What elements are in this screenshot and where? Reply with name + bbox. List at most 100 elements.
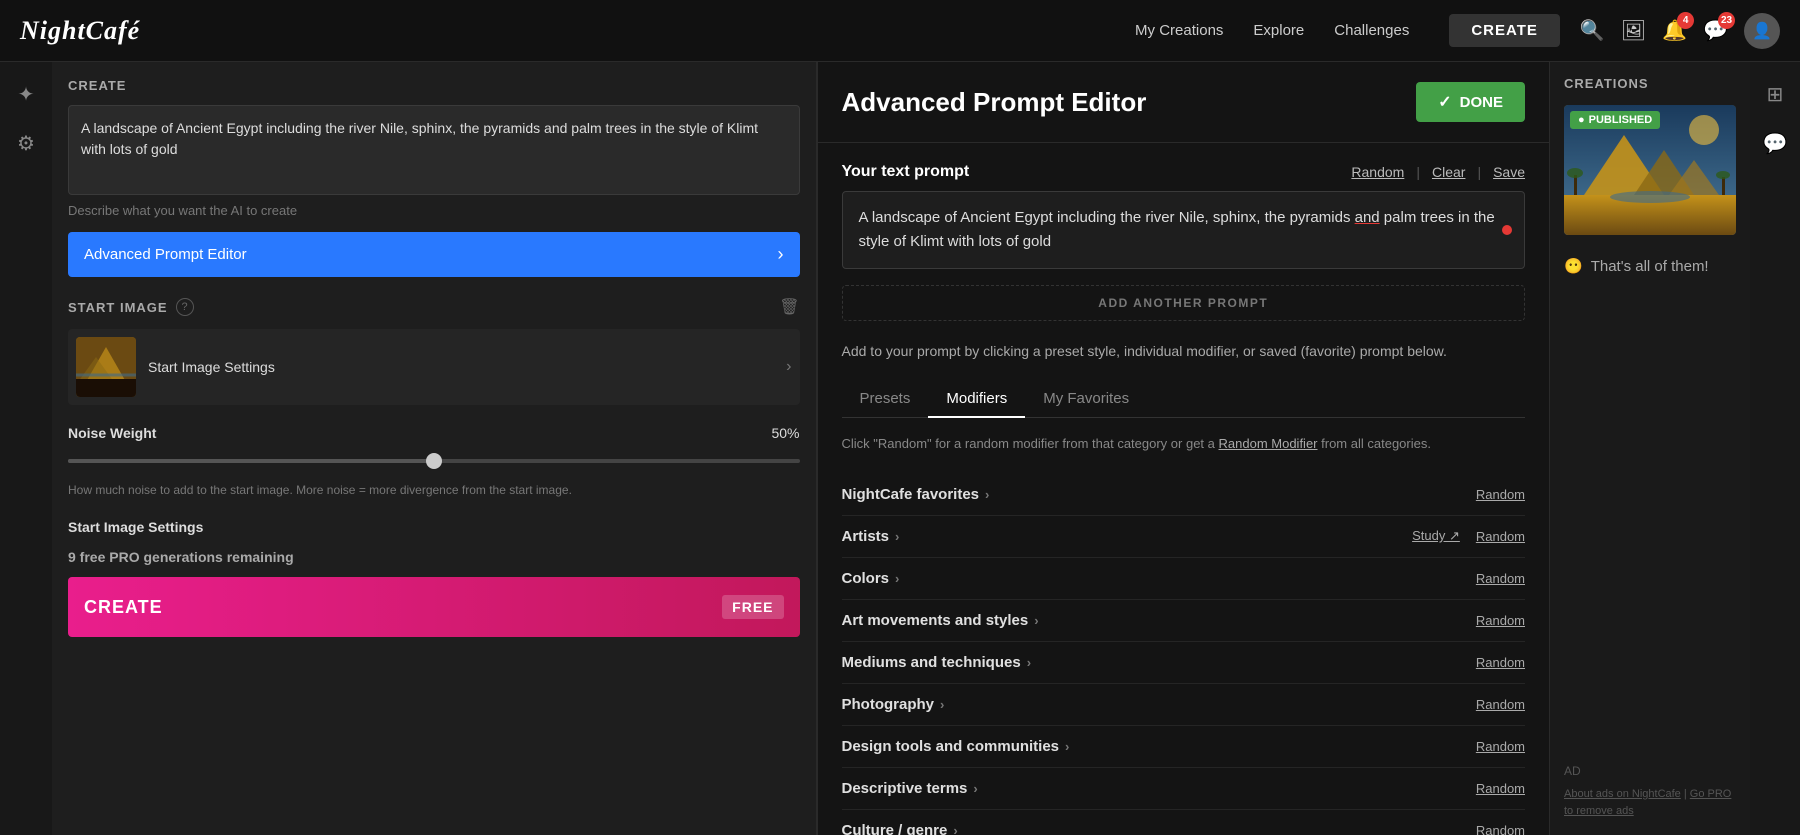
ad-section: AD About ads on NightCafe | Go PRO to re…: [1564, 764, 1736, 821]
red-dot-indicator: [1502, 225, 1512, 235]
creations-label: CREATIONS: [1564, 76, 1736, 91]
create-free-button[interactable]: CREATE FREE: [68, 577, 800, 637]
modifier-colors[interactable]: Colors › Random: [842, 558, 1526, 600]
modifier-chevron-icon: ›: [1027, 655, 1031, 670]
messages-badge: 23: [1718, 12, 1735, 29]
editor-header: Advanced Prompt Editor ✓ DONE: [818, 62, 1550, 143]
add-to-prompt-description: Add to your prompt by clicking a preset …: [842, 341, 1526, 362]
modifier-descriptive-terms[interactable]: Descriptive terms › Random: [842, 768, 1526, 810]
creation-card[interactable]: ● PUBLISHED: [1564, 105, 1736, 235]
notifications-icon[interactable]: 🔔 4: [1662, 18, 1687, 43]
published-badge: ● PUBLISHED: [1570, 111, 1660, 129]
noise-weight-slider[interactable]: [68, 451, 800, 471]
advanced-prompt-chevron-icon: ›: [778, 244, 784, 265]
modifier-chevron-icon: ›: [1065, 739, 1069, 754]
tabs-row: Presets Modifiers My Favorites: [842, 380, 1526, 418]
left-panel: CREATE A landscape of Ancient Egypt incl…: [52, 62, 817, 835]
tab-my-favorites[interactable]: My Favorites: [1025, 380, 1147, 417]
modifier-chevron-icon: ›: [895, 529, 899, 544]
gallery-icon[interactable]: ⊞: [1767, 82, 1784, 107]
start-image-settings-row[interactable]: Start Image Settings ›: [68, 329, 800, 405]
nav-my-creations[interactable]: My Creations: [1135, 22, 1223, 39]
click-random-hint: Click "Random" for a random modifier fro…: [842, 434, 1526, 454]
modifier-photography[interactable]: Photography › Random: [842, 684, 1526, 726]
right-icon-bar: ⊞ 💬: [1750, 62, 1800, 835]
ad-label: AD: [1564, 764, 1736, 778]
start-image-help-icon[interactable]: ?: [176, 298, 194, 316]
start-image-settings-title: Start Image Settings: [68, 519, 800, 535]
random-modifier-link[interactable]: Random Modifier: [1219, 436, 1318, 451]
nav-create-button[interactable]: CREATE: [1449, 14, 1560, 47]
ad-links: About ads on NightCafe | Go PRO to remov…: [1564, 786, 1736, 821]
random-mediums-link[interactable]: Random: [1476, 655, 1525, 670]
random-art-movements-link[interactable]: Random: [1476, 613, 1525, 628]
start-image-chevron-icon: ›: [786, 358, 791, 376]
modifier-artists[interactable]: Artists › Study ↗ Random: [842, 516, 1526, 558]
image-icon[interactable]: 🖼: [1621, 18, 1646, 43]
start-image-header: START IMAGE ? 🗑: [68, 297, 800, 317]
clear-link[interactable]: Clear: [1432, 164, 1465, 180]
random-artists-link[interactable]: Random: [1476, 529, 1525, 544]
notifications-badge: 4: [1677, 12, 1694, 29]
random-link[interactable]: Random: [1351, 164, 1404, 180]
random-photography-link[interactable]: Random: [1476, 697, 1525, 712]
modifier-chevron-icon: ›: [1034, 613, 1038, 628]
editor-body: Your text prompt Random | Clear | Save A…: [818, 143, 1550, 835]
random-culture-link[interactable]: Random: [1476, 823, 1525, 835]
about-ads-link[interactable]: About ads on NightCafe: [1564, 788, 1681, 800]
modifier-chevron-icon: ›: [895, 571, 899, 586]
user-avatar[interactable]: 👤: [1744, 13, 1780, 49]
add-another-prompt-button[interactable]: ADD ANOTHER PROMPT: [842, 285, 1526, 321]
start-image-delete-icon[interactable]: 🗑: [779, 297, 799, 317]
advanced-prompt-editor-button[interactable]: Advanced Prompt Editor ›: [68, 232, 800, 277]
prompt-input[interactable]: A landscape of Ancient Egypt including t…: [842, 191, 1526, 269]
search-icon[interactable]: 🔍: [1580, 18, 1605, 43]
prompt-section-header: Your text prompt Random | Clear | Save: [842, 163, 1526, 181]
modifier-mediums-techniques[interactable]: Mediums and techniques › Random: [842, 642, 1526, 684]
random-design-tools-link[interactable]: Random: [1476, 739, 1525, 754]
noise-weight-value: 50%: [771, 425, 799, 441]
main-body: ✦ ⚙ CREATE A landscape of Ancient Egypt …: [0, 62, 1800, 835]
noise-weight-header: Noise Weight 50%: [68, 425, 800, 441]
modifier-chevron-icon: ›: [973, 781, 977, 796]
tab-presets[interactable]: Presets: [842, 380, 929, 417]
sidebar-icon-bar: ✦ ⚙: [0, 62, 52, 835]
prompt-actions: Random | Clear | Save: [1351, 164, 1525, 180]
nav-icon-group: 🔍 🖼 🔔 4 💬 23 👤: [1580, 13, 1780, 49]
nav-explore[interactable]: Explore: [1253, 22, 1304, 39]
random-descriptive-link[interactable]: Random: [1476, 781, 1525, 796]
your-text-prompt-label: Your text prompt: [842, 163, 970, 181]
prompt-display-text[interactable]: A landscape of Ancient Egypt including t…: [68, 105, 800, 195]
modifier-culture-genre[interactable]: Culture / genre › Random: [842, 810, 1526, 835]
modifier-chevron-icon: ›: [940, 697, 944, 712]
random-nightcafe-link[interactable]: Random: [1476, 487, 1525, 502]
messages-icon[interactable]: 💬 23: [1703, 18, 1728, 43]
free-badge: FREE: [722, 595, 783, 619]
study-artists-link[interactable]: Study ↗: [1412, 528, 1460, 544]
editor-title: Advanced Prompt Editor: [842, 87, 1147, 118]
start-image-thumbnail: [76, 337, 136, 397]
sidebar-settings-icon[interactable]: ⚙: [17, 131, 35, 156]
modifier-design-tools[interactable]: Design tools and communities › Random: [842, 726, 1526, 768]
random-colors-link[interactable]: Random: [1476, 571, 1525, 586]
free-generations-remaining: 9 free PRO generations remaining: [68, 549, 800, 565]
done-button[interactable]: ✓ DONE: [1416, 82, 1525, 122]
start-image-title: START IMAGE: [68, 300, 168, 315]
nav-links: My Creations Explore Challenges CREATE: [1135, 14, 1560, 47]
modifier-art-movements[interactable]: Art movements and styles › Random: [842, 600, 1526, 642]
tab-modifiers[interactable]: Modifiers: [928, 380, 1025, 417]
nav-challenges[interactable]: Challenges: [1334, 22, 1409, 39]
thats-all-message: 😶 That's all of them!: [1564, 257, 1736, 275]
sidebar-create-icon[interactable]: ✦: [18, 82, 35, 107]
modifiers-list: NightCafe favorites › Random Artists › S…: [842, 474, 1526, 835]
app-logo: NightCafé: [20, 16, 1135, 46]
chat-icon[interactable]: 💬: [1763, 131, 1788, 156]
top-navigation: NightCafé My Creations Explore Challenge…: [0, 0, 1800, 62]
create-section-label: CREATE: [68, 78, 800, 93]
center-panel: Advanced Prompt Editor ✓ DONE Your text …: [817, 62, 1551, 835]
save-link[interactable]: Save: [1493, 164, 1525, 180]
modifier-nightcafe-favorites[interactable]: NightCafe favorites › Random: [842, 474, 1526, 516]
noise-weight-title: Noise Weight: [68, 425, 156, 441]
right-sidebar: CREATIONS: [1550, 62, 1750, 835]
describe-hint: Describe what you want the AI to create: [68, 203, 800, 218]
